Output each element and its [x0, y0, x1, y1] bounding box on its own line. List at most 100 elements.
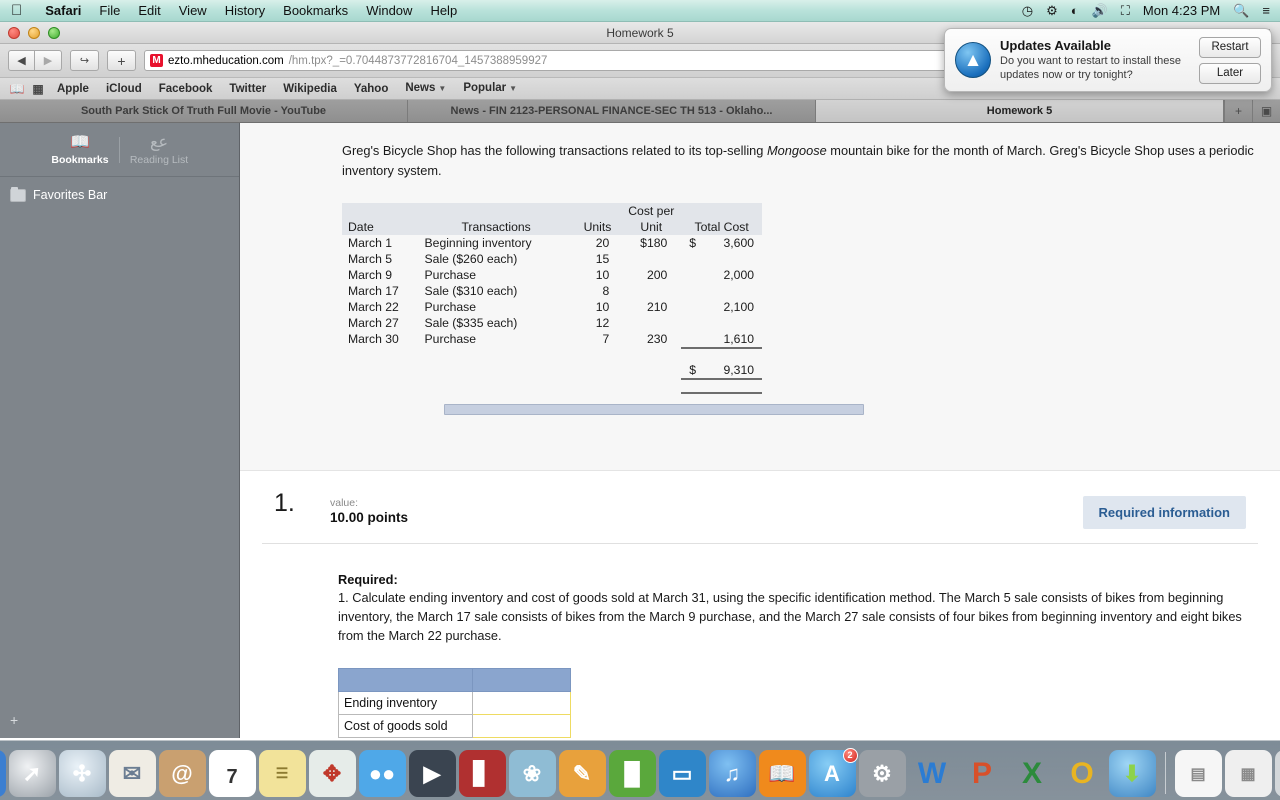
answer-label-cost-of-goods-sold: Cost of goods sold — [338, 713, 473, 738]
menu-item-edit[interactable]: Edit — [129, 0, 169, 22]
dock-item-facetime[interactable]: ▶ — [408, 750, 456, 797]
show-all-tabs-icon[interactable]: ▣ — [1252, 100, 1280, 122]
notification-buttons: Restart Later — [1199, 36, 1261, 84]
bookmark-news[interactable]: News ▼ — [398, 77, 453, 100]
cell-total-cost — [681, 251, 762, 267]
question-header: 1. value: 10.00 points Required informat… — [262, 471, 1258, 544]
window-body: 📖 Bookmarks عع Reading List Favorites Ba… — [0, 123, 1280, 738]
dock-item-documents-stack[interactable]: ▤ — [1174, 750, 1222, 797]
bluetooth-icon[interactable]: ⚙ — [1046, 0, 1058, 22]
chevron-down-icon: ▼ — [438, 84, 447, 93]
dock-item-downloader[interactable]: ⬇ — [1108, 750, 1156, 797]
question-value-block: value: 10.00 points — [330, 489, 408, 525]
dock-item-notes[interactable]: ☰ — [258, 750, 306, 797]
menu-bar-status-items: ◷ ⚙ ◐ 🔊 ⛶ Mon 4:23 PM 🔍 ≡ — [1022, 0, 1280, 22]
spotlight-icon[interactable]: 🔍 — [1233, 0, 1249, 22]
bookmark-yahoo[interactable]: Yahoo — [347, 78, 396, 100]
dock-item-iphoto[interactable]: ❀ — [508, 750, 556, 797]
menu-item-safari[interactable]: Safari — [36, 0, 90, 22]
required-information-badge[interactable]: Required information — [1082, 496, 1246, 529]
dock-item-contacts[interactable]: @ — [158, 750, 206, 797]
dock-item-keynote[interactable]: ▭ — [658, 750, 706, 797]
answer-row-ending-inventory: Ending inventory — [338, 690, 571, 715]
dock-item-powerpoint[interactable]: P — [959, 750, 1006, 797]
table-double-rule-row — [342, 377, 762, 394]
battery-icon[interactable]: ⛶ — [1121, 0, 1130, 22]
bookmark-wikipedia[interactable]: Wikipedia — [276, 78, 344, 100]
cell-total-value: $9,310 — [681, 362, 762, 379]
cell-total-cost: $3,600 — [681, 235, 762, 251]
menu-item-bookmarks[interactable]: Bookmarks — [274, 0, 357, 22]
close-button[interactable] — [8, 27, 20, 39]
tab-homework-5[interactable]: Homework 5 — [816, 100, 1224, 122]
notification-body: Do you want to restart to install these … — [1000, 54, 1181, 81]
dock-item-pages[interactable]: ✎ — [558, 750, 606, 797]
bookmark-facebook[interactable]: Facebook — [152, 78, 220, 100]
dock-item-system-preferences[interactable]: ⚙ — [858, 750, 906, 797]
answer-input-ending-inventory[interactable] — [472, 690, 571, 715]
dock-item-outlook[interactable]: O — [1059, 750, 1106, 797]
forward-button[interactable]: ▶ — [35, 50, 62, 71]
time-machine-icon[interactable]: ◷ — [1022, 0, 1033, 22]
dock-item-messages[interactable]: ●● — [358, 750, 406, 797]
add-bookmark-button[interactable]: + — [10, 712, 18, 728]
dock-item-photo-booth[interactable]: ▋ — [458, 750, 506, 797]
menu-item-history[interactable]: History — [216, 0, 274, 22]
dock-item-excel[interactable]: X — [1009, 750, 1056, 797]
dock-item-launchpad[interactable]: ➚ — [8, 750, 56, 797]
dock-item-maps[interactable]: ✥ — [308, 750, 356, 797]
menu-item-view[interactable]: View — [170, 0, 216, 22]
sidebar-item-favorites-bar[interactable]: Favorites Bar — [0, 185, 239, 205]
menu-bar-clock[interactable]: Mon 4:23 PM — [1143, 3, 1220, 18]
top-sites-icon[interactable]: ▦ — [29, 82, 47, 96]
new-tab-button[interactable]: + — [107, 50, 136, 71]
apple-menu-icon[interactable]:  — [11, 3, 22, 18]
glasses-icon: عع — [149, 133, 169, 151]
dock-item-mail[interactable]: ✉ — [108, 750, 156, 797]
back-button[interactable]: ◀ — [8, 50, 35, 71]
new-tab-button-tabbar[interactable]: + — [1224, 100, 1252, 122]
bookmark-twitter[interactable]: Twitter — [222, 78, 273, 100]
answer-header-right — [472, 667, 571, 692]
bookmark-popular[interactable]: Popular ▼ — [456, 77, 524, 100]
dock-item-trash[interactable]: ⎈ — [1274, 750, 1280, 797]
dock-item-app-store[interactable]: A2 — [808, 748, 858, 797]
dock-item-ibooks[interactable]: 📖 — [758, 750, 806, 797]
tab-youtube[interactable]: South Park Stick Of Truth Full Movie - Y… — [0, 100, 408, 122]
sidebar-tab-bookmarks[interactable]: 📖 Bookmarks — [41, 134, 119, 166]
dock-item-word[interactable]: W — [909, 750, 956, 797]
dock-item-safari[interactable]: ✣ — [58, 750, 106, 797]
horizontal-scrollbar[interactable] — [444, 403, 864, 415]
notification-text: Updates Available Do you want to restart… — [1000, 38, 1199, 83]
tab-news-fin2123[interactable]: News - FIN 2123-PERSONAL FINANCE-SEC TH … — [408, 100, 816, 122]
dock-separator — [1164, 752, 1166, 794]
volume-icon[interactable]: 🔊 — [1092, 0, 1108, 22]
wifi-icon[interactable]: ◐ — [1071, 0, 1079, 22]
bookmark-icloud[interactable]: iCloud — [99, 78, 149, 100]
notification-center-icon[interactable]: ≡ — [1262, 0, 1270, 22]
dock-item-downloads-stack[interactable]: ▦ — [1224, 750, 1272, 797]
zoom-button[interactable] — [48, 27, 60, 39]
sidebar-toggle-icon[interactable]: 📖 — [8, 82, 26, 96]
dock-item-calendar[interactable]: 7 — [208, 750, 256, 797]
table-row: March 17 Sale ($310 each) 8 — [342, 283, 762, 299]
spacer-cell — [574, 348, 622, 362]
later-button[interactable]: Later — [1199, 62, 1261, 84]
header-blank-3 — [574, 203, 622, 219]
share-button[interactable]: ↪ — [70, 50, 99, 71]
dock-item-itunes[interactable]: ♫ — [708, 750, 756, 797]
cell-units: 15 — [595, 251, 610, 266]
sidebar-tab-reading-list[interactable]: عع Reading List — [120, 134, 198, 166]
bookmark-apple[interactable]: Apple — [50, 78, 96, 100]
restart-button[interactable]: Restart — [1199, 36, 1261, 58]
header-unit: Unit — [640, 219, 663, 234]
answer-input-cost-of-goods-sold[interactable] — [472, 713, 571, 738]
cell-cost-per-unit — [621, 315, 681, 331]
menu-item-window[interactable]: Window — [357, 0, 421, 22]
app-store-icon: ▲ — [955, 42, 991, 78]
dock-item-numbers[interactable]: █ — [608, 750, 656, 797]
dock-item-finder[interactable]: ☺ — [0, 750, 6, 797]
minimize-button[interactable] — [28, 27, 40, 39]
menu-item-help[interactable]: Help — [421, 0, 466, 22]
menu-item-file[interactable]: File — [90, 0, 129, 22]
